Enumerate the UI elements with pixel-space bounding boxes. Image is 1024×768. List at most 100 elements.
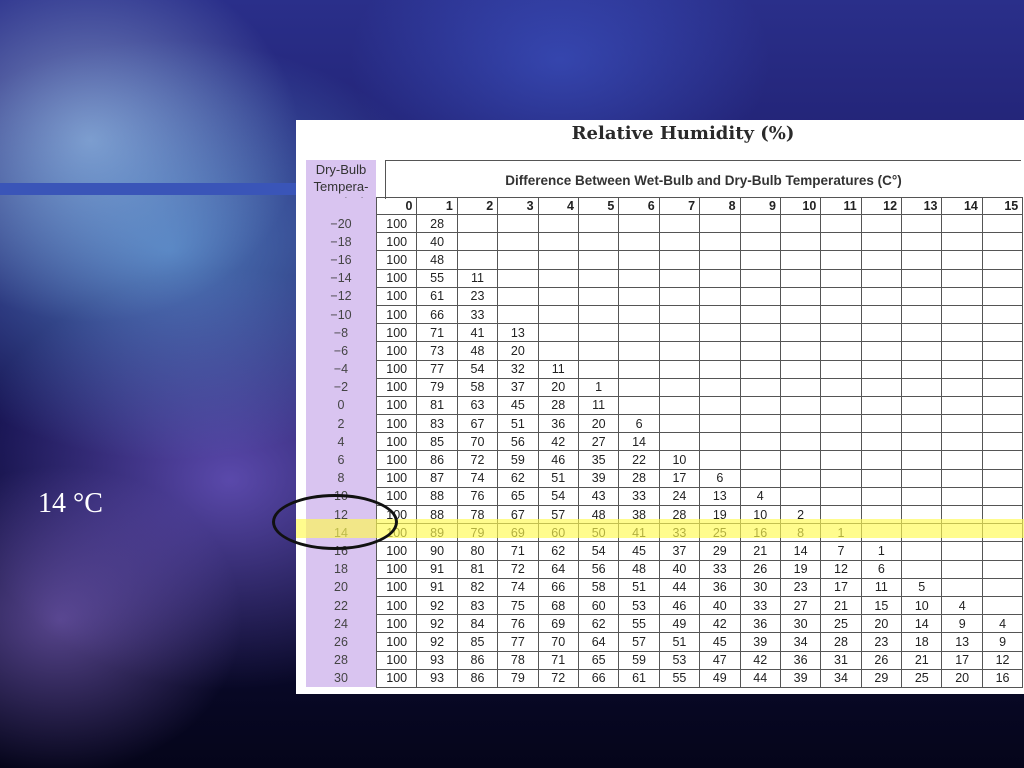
humidity-value (981, 304, 1024, 325)
humidity-value: 21 (901, 650, 943, 670)
humidity-value: 9 (941, 614, 983, 634)
difference-column-header: 6 (618, 197, 660, 215)
humidity-value: 100 (375, 323, 418, 343)
humidity-value (618, 359, 660, 379)
humidity-value: 100 (375, 213, 418, 234)
humidity-value (497, 213, 539, 234)
humidity-value: 100 (375, 632, 418, 652)
dry-bulb-temperature: −20 (306, 214, 377, 233)
humidity-value (941, 486, 983, 507)
humidity-value (981, 341, 1024, 361)
humidity-value: 6 (618, 414, 660, 434)
humidity-value: 46 (658, 595, 701, 616)
humidity-value (981, 213, 1024, 234)
temperature-label: 14 °C (38, 488, 103, 519)
humidity-value (860, 341, 903, 361)
humidity-value: 66 (577, 668, 620, 688)
table-row: 30 100 93 86 79 72 66 61 55 49 44 39 34 29 25 20 16 (306, 668, 1024, 688)
humidity-value: 23 (860, 632, 903, 652)
humidity-value (739, 286, 781, 306)
humidity-value (860, 450, 903, 470)
humidity-value (941, 559, 983, 579)
table-row: 8 100 87 74 62 51 39 28 17 6 (306, 468, 1024, 488)
difference-column-header: 5 (577, 197, 620, 215)
humidity-value: 57 (618, 632, 660, 652)
humidity-value (941, 323, 983, 343)
humidity-value (497, 250, 539, 270)
humidity-value (901, 395, 943, 416)
table-row: −10 100 66 33 (306, 304, 1024, 325)
humidity-value (779, 450, 822, 470)
humidity-value: 64 (537, 559, 579, 579)
humidity-value: 15 (860, 595, 903, 616)
humidity-value: 25 (820, 614, 862, 634)
table-row: 24 100 92 84 76 69 62 55 49 42 36 30 25 20 14 9 4 (306, 614, 1024, 634)
humidity-value: 77 (416, 359, 458, 379)
humidity-value (981, 395, 1024, 416)
humidity-value (981, 414, 1024, 434)
humidity-value: 20 (941, 668, 983, 688)
humidity-value (941, 432, 983, 452)
humidity-value (537, 323, 579, 343)
humidity-value: 74 (456, 468, 499, 488)
humidity-value (577, 250, 620, 270)
humidity-value (618, 304, 660, 325)
humidity-value (699, 341, 741, 361)
humidity-value: 14 (618, 432, 660, 452)
dry-bulb-temperature: 2 (306, 414, 377, 433)
humidity-value (537, 250, 579, 270)
humidity-value: 39 (779, 668, 822, 688)
humidity-value: 51 (497, 414, 539, 434)
humidity-value (577, 268, 620, 288)
humidity-value: 100 (375, 268, 418, 288)
humidity-value: 20 (537, 377, 579, 397)
humidity-value (901, 341, 943, 361)
humidity-value: 40 (658, 559, 701, 579)
table-row: −12 100 61 23 (306, 286, 1024, 306)
humidity-value (618, 377, 660, 397)
humidity-value: 91 (416, 559, 458, 579)
humidity-value: 58 (577, 577, 620, 597)
humidity-value: 53 (658, 650, 701, 670)
humidity-value (739, 213, 781, 234)
humidity-value (658, 213, 701, 234)
table-row: 10 100 88 76 65 54 43 33 24 13 4 (306, 486, 1024, 507)
humidity-value: 17 (658, 468, 701, 488)
humidity-value: 24 (658, 486, 701, 507)
humidity-value (658, 395, 701, 416)
humidity-value: 68 (537, 595, 579, 616)
humidity-value: 4 (739, 486, 781, 507)
humidity-value (618, 250, 660, 270)
humidity-value: 71 (416, 323, 458, 343)
table-row: −8 100 71 41 13 (306, 323, 1024, 343)
table-row: 16 100 90 80 71 62 54 45 37 29 21 14 7 1 (306, 541, 1024, 561)
humidity-value: 46 (537, 450, 579, 470)
humidity-value: 47 (699, 650, 741, 670)
table-row: 4 100 85 70 56 42 27 14 (306, 432, 1024, 452)
humidity-value: 16 (981, 668, 1024, 688)
humidity-value (941, 304, 983, 325)
humidity-value (658, 304, 701, 325)
dry-bulb-temperature: 6 (306, 450, 377, 470)
humidity-value: 86 (456, 668, 499, 688)
humidity-value: 62 (537, 541, 579, 561)
humidity-value: 1 (577, 377, 620, 397)
humidity-value: 10 (658, 450, 701, 470)
humidity-value: 93 (416, 650, 458, 670)
humidity-value: 34 (779, 632, 822, 652)
humidity-value (779, 250, 822, 270)
humidity-value: 91 (416, 577, 458, 597)
humidity-value (820, 377, 862, 397)
humidity-value: 92 (416, 632, 458, 652)
humidity-value: 54 (456, 359, 499, 379)
humidity-value (577, 323, 620, 343)
humidity-value: 13 (941, 632, 983, 652)
table-row: 28 100 93 86 78 71 65 59 53 47 42 36 31 26 21 17 12 (306, 650, 1024, 670)
humidity-value (699, 377, 741, 397)
humidity-value: 45 (699, 632, 741, 652)
dry-bulb-temperature: −14 (306, 269, 377, 288)
humidity-value: 85 (416, 432, 458, 452)
humidity-value: 100 (375, 414, 418, 434)
humidity-value (981, 359, 1024, 379)
humidity-value: 40 (699, 595, 741, 616)
